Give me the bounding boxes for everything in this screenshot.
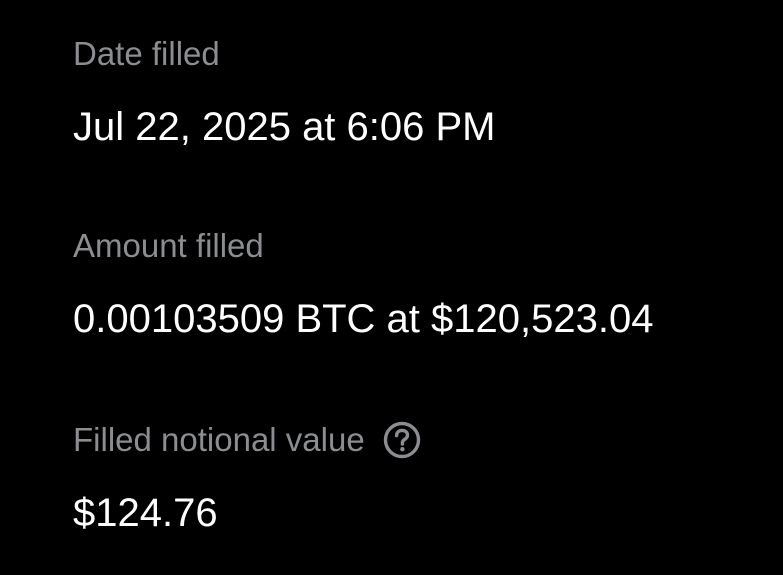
filled-notional-value-label: Filled notional value — [73, 421, 365, 458]
date-filled-value: Jul 22, 2025 at 6:06 PM — [73, 105, 496, 149]
amount-filled-label: Amount filled — [73, 227, 264, 264]
question-circle-icon-graphic — [383, 421, 420, 459]
filled-notional-value-value: $124.76 — [73, 491, 218, 535]
filled-notional-value-section: Filled notional value $124.76 — [73, 420, 422, 537]
question-circle-icon[interactable] — [382, 420, 422, 460]
filled-notional-value-label-row: Filled notional value — [73, 420, 422, 460]
date-filled-label: Date filled — [73, 35, 220, 72]
date-filled-section: Date filled Jul 22, 2025 at 6:06 PM — [73, 34, 496, 151]
amount-filled-section: Amount filled 0.00103509 BTC at $120,523… — [73, 226, 653, 343]
amount-filled-value: 0.00103509 BTC at $120,523.04 — [73, 297, 654, 341]
